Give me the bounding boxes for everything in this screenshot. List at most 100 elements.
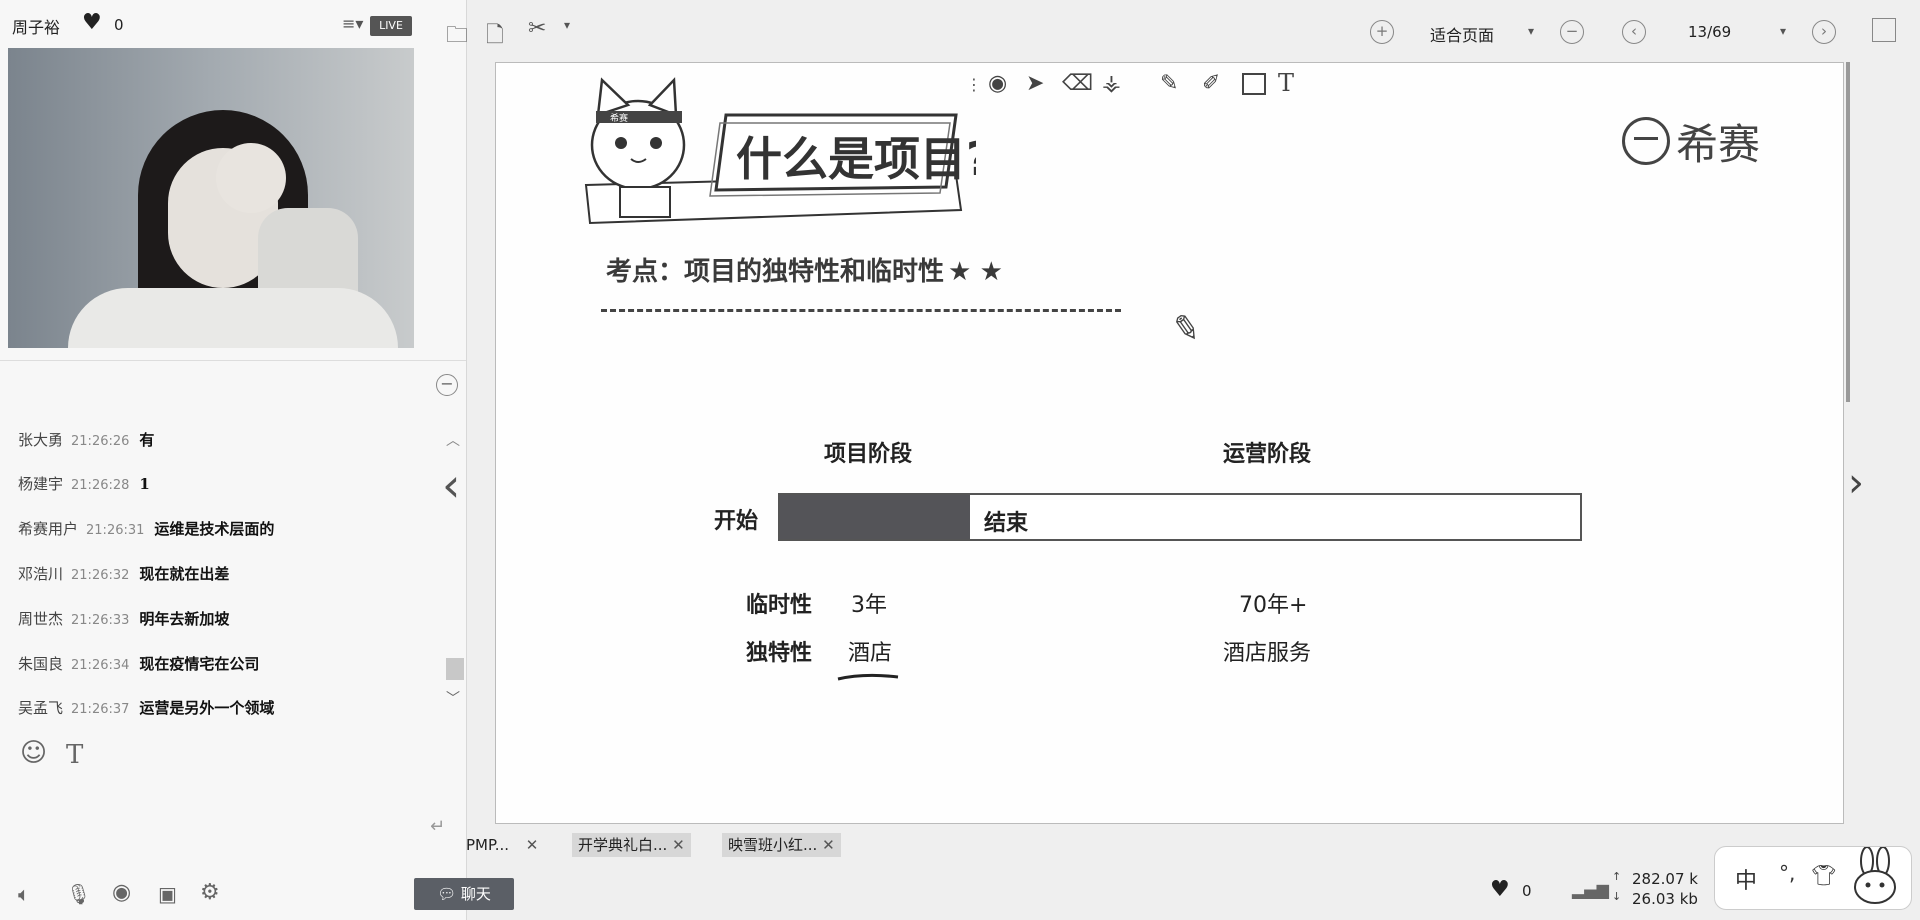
importance-stars: ★ ★ (948, 257, 1003, 287)
status-like-count: 0 (1522, 882, 1532, 900)
slide-scrollbar[interactable] (1846, 62, 1850, 402)
screen-share-icon[interactable]: ▣ (158, 882, 177, 906)
chat-message: 杨建宇 21:26:28 1 (18, 472, 150, 496)
slide-canvas: ⋮ ◉ ➤ ⌫ ⚶ ✎ ✐ T 希赛 什么是项目? 希赛 考点：项目的独特性和临… (495, 62, 1844, 824)
heart-icon[interactable]: ♥ (82, 10, 102, 35)
chat-time: 21:26:33 (71, 613, 130, 628)
slide-title: 什么是项目? (736, 132, 976, 186)
upload-arrow-icon: ↑ (1612, 870, 1622, 883)
rabbit-mascot-icon[interactable] (1845, 847, 1905, 907)
uniqueness-operation-value: 酒店服务 (1223, 641, 1312, 666)
next-slide-arrow-icon[interactable]: › (1848, 460, 1864, 506)
tab-label: 开学典礼白... (578, 836, 668, 854)
chat-text: 1 (139, 475, 150, 493)
chevron-up-icon[interactable]: ︿ (446, 430, 460, 450)
chat-author: 邓浩川 (18, 565, 64, 583)
phase-operation-label: 运营阶段 (1223, 442, 1312, 467)
zoom-out-icon[interactable]: − (1560, 20, 1584, 44)
chat-time: 21:26:32 (71, 568, 130, 583)
eraser-icon[interactable]: ⌫ (1062, 71, 1093, 96)
chat-message: 吴孟飞 21:26:37 运营是另外一个领域 (18, 696, 274, 720)
zoom-in-icon[interactable]: + (1370, 20, 1394, 44)
ime-language[interactable]: 中 (1735, 863, 1757, 895)
chat-scrollbar[interactable] (446, 658, 464, 680)
chat-author: 希赛用户 (18, 520, 79, 538)
chat-author: 杨建宇 (18, 475, 64, 493)
pen-icon[interactable]: ✎ (1160, 71, 1178, 96)
text-format-icon[interactable]: T (66, 740, 83, 770)
folder-icon[interactable]: 🗀 (446, 18, 468, 56)
chat-time: 21:26:31 (86, 523, 145, 538)
collapse-chat-icon[interactable]: − (436, 374, 458, 396)
streamer-name: 周子裕 (12, 18, 61, 37)
phase-project-label: 项目阶段 (824, 442, 913, 467)
chat-time: 21:26:34 (71, 658, 130, 673)
fit-mode-dropdown-icon[interactable]: ▾ (1528, 24, 1534, 38)
chat-author: 周世杰 (18, 610, 64, 628)
heart-icon[interactable]: ♥ (1490, 877, 1510, 902)
webcam-video (8, 48, 414, 348)
send-enter-icon[interactable]: ↵ (430, 816, 445, 837)
cursor-arrow-icon[interactable]: ➤ (1026, 71, 1044, 96)
microphone-icon[interactable]: 🎙︎ (66, 882, 91, 906)
tab-class-notes[interactable]: 映雪班小红... ✕ (722, 833, 841, 857)
tshirt-skin-icon[interactable]: 👕︎ (1811, 863, 1836, 887)
next-page-icon[interactable]: › (1812, 20, 1836, 44)
page-dropdown-icon[interactable]: ▾ (1780, 24, 1786, 38)
close-icon[interactable]: ✕ (526, 836, 539, 854)
camera-icon[interactable]: ◉ (112, 880, 131, 905)
chat-author: 朱国良 (18, 655, 64, 673)
fullscreen-icon[interactable] (1872, 18, 1896, 42)
chat-text: 现在疫情宅在公司 (139, 655, 260, 673)
pen-cursor-icon: ✎ (1168, 306, 1204, 352)
uniqueness-label: 独特性 (746, 641, 813, 666)
download-arrow-icon: ↓ (1612, 890, 1622, 903)
fit-mode-select[interactable]: 适合页面 (1430, 22, 1494, 46)
start-label: 开始 (714, 509, 759, 534)
close-icon[interactable]: ✕ (822, 836, 835, 854)
chat-tab-button[interactable]: 💬︎ 聊天 (414, 878, 514, 910)
temporary-project-value: 3年 (851, 593, 887, 618)
stream-header: 周子裕 ♥ 0 ≡▾ LIVE (0, 0, 466, 48)
scissors-icon[interactable]: ✂ (528, 16, 546, 41)
chat-text: 现在就在出差 (139, 565, 230, 583)
ime-punctuation[interactable]: °, (1779, 861, 1795, 885)
chat-message: 朱国良 21:26:34 现在疫情宅在公司 (18, 652, 259, 676)
settings-gear-icon[interactable]: ⚙ (200, 880, 220, 905)
temporary-operation-value: 70年+ (1239, 593, 1308, 618)
tab-label: 映雪班小红... (728, 836, 818, 854)
logo-text: 希赛 (1676, 120, 1761, 169)
chat-message: 希赛用户 21:26:31 运维是技术层面的 (18, 517, 274, 541)
rectangle-tool-icon[interactable] (1242, 73, 1266, 95)
logo-mark-icon (1622, 117, 1670, 165)
chat-tab-label: 聊天 (460, 885, 491, 903)
tab-opening-ceremony[interactable]: 开学典礼白... ✕ (572, 833, 691, 857)
prev-page-icon[interactable]: ‹ (1622, 20, 1646, 44)
project-phase-fill (780, 495, 970, 539)
list-menu-icon[interactable]: ≡▾ (342, 14, 363, 33)
chat-author: 张大勇 (18, 431, 64, 449)
dropdown-arrow-icon[interactable]: ▾ (564, 18, 570, 32)
close-icon[interactable]: ✕ (672, 836, 685, 854)
uniqueness-project-value: 酒店 (848, 641, 893, 666)
previous-arrow-icon[interactable]: ‹ (442, 462, 460, 508)
clear-broom-icon[interactable]: ⚶ (1102, 71, 1121, 96)
laser-pointer-icon[interactable]: ◉ (988, 71, 1007, 96)
text-tool-icon[interactable]: T (1278, 69, 1294, 97)
subtitle: 考点：项目的独特性和临时性 (606, 257, 945, 287)
tab-pmp[interactable]: PMP... ✕ (466, 833, 538, 857)
emoji-icon[interactable]: ☺ (20, 738, 47, 768)
signal-strength-icon: ▂▄▆ (1572, 880, 1609, 899)
highlighter-icon[interactable]: ✐ (1202, 71, 1220, 96)
document-icon[interactable]: 🗋 (486, 18, 504, 56)
speaker-icon[interactable]: 🔈︎ (18, 882, 30, 906)
chat-time: 21:26:37 (71, 702, 130, 717)
live-badge: LIVE (370, 16, 412, 36)
left-panel: 周子裕 ♥ 0 ≡▾ LIVE − ︿ ‹ ﹀ 张大勇 21:26:26 有 杨建宇… (0, 0, 467, 920)
hand-underline (837, 673, 899, 681)
chevron-down-icon[interactable]: ﹀ (446, 688, 460, 708)
title-banner: 希赛 什么是项目? (584, 77, 976, 225)
chat-bubble-icon: 💬︎ (437, 885, 457, 903)
ime-toolbar: 中 °, 👕︎ (1714, 846, 1912, 910)
top-toolbar: 🗀 🗋 ✂ ▾ + 适合页面 ▾ − ‹ 13/69 ▾ › (440, 0, 1920, 60)
